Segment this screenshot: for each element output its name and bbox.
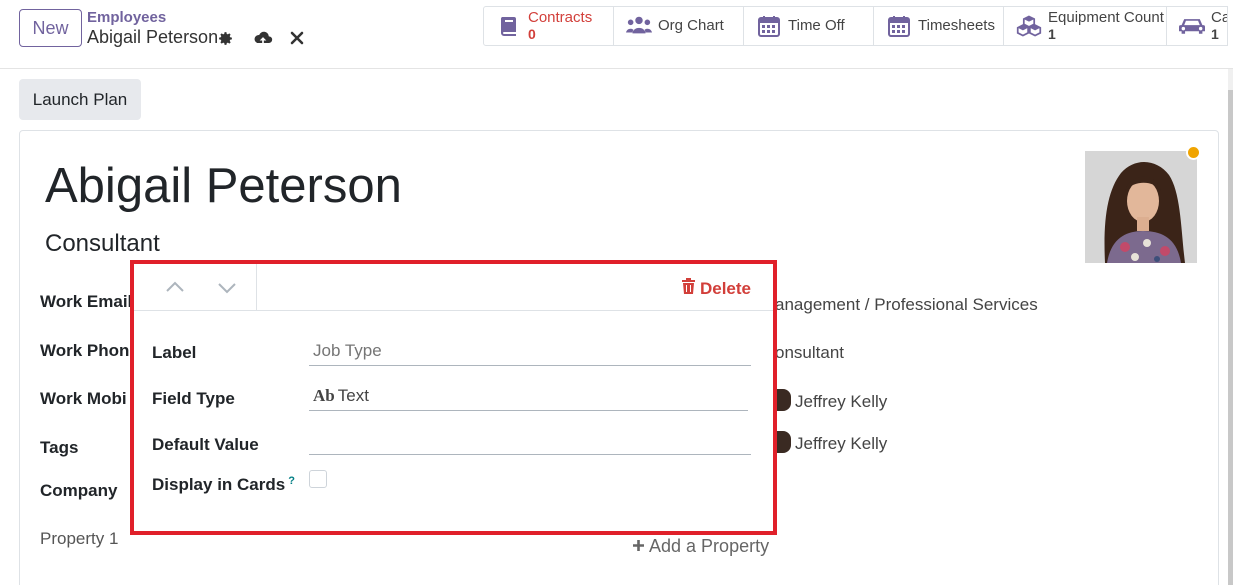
contracts-button[interactable]: Contracts 0 — [484, 7, 614, 45]
cars-label: Ca — [1211, 9, 1227, 26]
employee-name[interactable]: Abigail Peterson — [45, 158, 402, 214]
coach-value[interactable]: Jeffrey Kelly — [795, 434, 887, 454]
calendar-icon — [886, 13, 912, 39]
delete-label: Delete — [699, 278, 751, 298]
manager-value[interactable]: Jeffrey Kelly — [795, 392, 887, 412]
trash-icon — [681, 278, 695, 299]
plus-icon — [632, 536, 649, 556]
cars-count: 1 — [1211, 26, 1219, 42]
presence-status-dot — [1186, 145, 1201, 160]
contracts-count: 0 — [528, 26, 536, 42]
work-phone-label: Work Phone — [40, 341, 139, 360]
text-type-icon: Ab — [313, 385, 335, 405]
control-panel: New Employees Abigail Peterson Contracts… — [0, 0, 1233, 69]
contracts-label: Contracts — [528, 9, 593, 26]
company-label: Company — [40, 481, 118, 500]
cloud-save-icon[interactable] — [253, 28, 273, 48]
tags-label: Tags — [40, 438, 79, 457]
users-icon — [626, 13, 652, 39]
add-property-label: Add a Property — [649, 536, 770, 556]
launch-plan-button[interactable]: Launch Plan — [19, 79, 141, 120]
display-in-cards-checkbox[interactable] — [309, 470, 327, 488]
field-type-label: Field Type — [152, 389, 235, 408]
time-off-label: Time Off — [788, 17, 845, 34]
label-input[interactable] — [309, 336, 751, 366]
smart-buttons: Contracts 0 Org Chart Time Off Timesheet… — [483, 6, 1228, 46]
scrollbar-thumb[interactable] — [1228, 90, 1233, 585]
calendar-icon — [756, 13, 782, 39]
breadcrumb-parent[interactable]: Employees — [87, 9, 166, 26]
time-off-button[interactable]: Time Off — [744, 7, 874, 45]
property-editor-popover: Delete Label Field Type Ab Text Default … — [130, 260, 777, 535]
field-type-select[interactable]: Ab Text — [309, 381, 748, 411]
gear-icon[interactable] — [215, 28, 235, 48]
chevron-down-icon[interactable] — [216, 276, 238, 298]
timesheets-label: Timesheets — [918, 17, 995, 34]
add-property-button[interactable]: Add a Property — [632, 536, 769, 557]
help-tooltip-icon[interactable]: ? — [288, 475, 295, 487]
department-value[interactable]: anagement / Professional Services — [775, 295, 1038, 315]
coach-avatar — [775, 431, 791, 453]
property-1-label[interactable]: Property 1 — [40, 529, 118, 549]
equipment-count-value: 1 — [1048, 26, 1056, 42]
delete-property-button[interactable]: Delete — [681, 278, 751, 299]
cubes-icon — [1016, 13, 1042, 39]
org-chart-label: Org Chart — [658, 17, 724, 34]
field-type-value: Text — [337, 385, 369, 405]
timesheets-button[interactable]: Timesheets — [874, 7, 1004, 45]
work-email-label: Work Email — [40, 292, 133, 311]
work-mobile-label: Work Mobi — [40, 389, 127, 408]
display-in-cards-label: Display in Cards? — [152, 475, 295, 495]
org-chart-button[interactable]: Org Chart — [614, 7, 744, 45]
breadcrumb-current: Abigail Peterson — [87, 27, 219, 47]
display-in-cards-text: Display in Cards — [152, 475, 286, 494]
label-field-label: Label — [152, 343, 197, 362]
employee-avatar[interactable] — [1085, 151, 1197, 263]
manager-avatar — [775, 389, 791, 411]
default-value-label: Default Value — [152, 435, 259, 454]
book-icon — [496, 13, 522, 39]
discard-icon[interactable] — [287, 28, 307, 48]
new-button[interactable]: New — [19, 9, 82, 47]
chevron-up-icon[interactable] — [164, 276, 186, 298]
cars-button[interactable]: Ca 1 — [1167, 7, 1227, 45]
popover-header: Delete — [134, 264, 773, 311]
popover-nav — [134, 264, 257, 310]
default-value-input[interactable] — [309, 425, 751, 455]
employee-job-title[interactable]: Consultant — [45, 230, 160, 258]
car-icon — [1179, 13, 1205, 39]
job-position-value[interactable]: onsultant — [775, 343, 844, 363]
equipment-count-label: Equipment Count — [1048, 9, 1164, 26]
equipment-count-button[interactable]: Equipment Count 1 — [1004, 7, 1167, 45]
